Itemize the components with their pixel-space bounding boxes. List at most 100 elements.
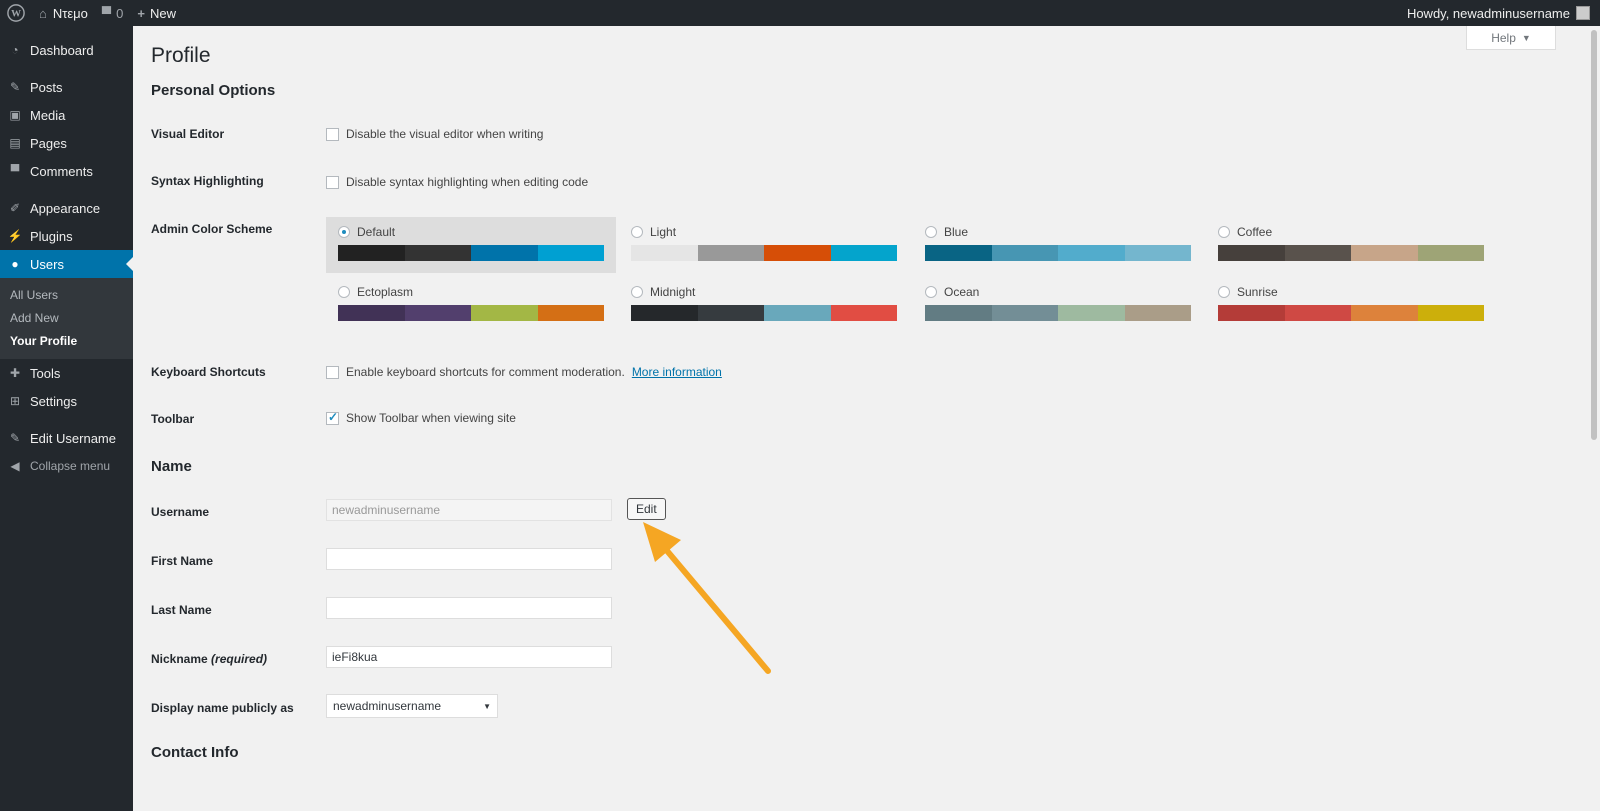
- sidebar-item-label: Users: [30, 256, 64, 272]
- site-name-link[interactable]: ⌂ Ντεμο: [32, 0, 95, 26]
- my-account-link[interactable]: Howdy, newadminusername: [1407, 6, 1600, 21]
- color-scheme-header: Ectoplasm: [338, 285, 604, 299]
- toolbar-checkbox[interactable]: [326, 410, 339, 425]
- name-heading: Name: [151, 458, 192, 475]
- home-icon: ⌂: [39, 5, 47, 21]
- username-field[interactable]: newadminusername: [326, 499, 612, 521]
- comments-link[interactable]: ▀ 0: [95, 0, 130, 26]
- color-scheme-radio[interactable]: [1218, 226, 1230, 238]
- color-scheme-swatches: [1218, 245, 1484, 261]
- syntax-highlighting-checkbox[interactable]: [326, 175, 339, 189]
- color-scheme-name: Ocean: [944, 285, 980, 299]
- sidebar-item-pages[interactable]: ▤ Pages: [0, 129, 133, 157]
- sidebar-item-appearance[interactable]: ✐ Appearance: [0, 194, 133, 222]
- color-scheme-name: Light: [650, 225, 677, 239]
- color-swatch: [1124, 245, 1191, 261]
- sidebar-item-label: Appearance: [30, 200, 101, 216]
- color-scheme-header: Coffee: [1218, 225, 1484, 239]
- display-name-select[interactable]: newadminusername ▼: [326, 694, 498, 718]
- color-scheme-radio[interactable]: [631, 286, 643, 298]
- sidebar-item-plugins[interactable]: ⚡ Plugins: [0, 222, 133, 250]
- sidebar-item-label: Pages: [30, 135, 67, 151]
- color-scheme-midnight[interactable]: Midnight: [619, 277, 909, 333]
- svg-text:W: W: [11, 9, 21, 20]
- color-scheme-ectoplasm[interactable]: Ectoplasm: [326, 277, 616, 333]
- color-swatch: [1351, 245, 1418, 261]
- nickname-label-text: Nickname: [151, 652, 208, 666]
- contact-info-heading: Contact Info: [151, 744, 239, 761]
- keyboard-shortcuts-checkbox[interactable]: [326, 365, 339, 379]
- color-scheme-default[interactable]: Default: [326, 217, 616, 273]
- color-scheme-radio[interactable]: [338, 226, 350, 238]
- scrollbar-thumb[interactable]: [1591, 30, 1597, 440]
- more-information-link[interactable]: More information: [632, 365, 722, 379]
- sidebar-item-comments[interactable]: ▀ Comments: [0, 157, 133, 185]
- color-scheme-name: Blue: [944, 225, 969, 239]
- color-swatch: [404, 245, 471, 261]
- color-scheme-coffee[interactable]: Coffee: [1206, 217, 1496, 273]
- visual-editor-label: Visual Editor: [151, 127, 225, 141]
- color-scheme-name: Sunrise: [1237, 285, 1278, 299]
- color-scheme-header: Light: [631, 225, 897, 239]
- color-scheme-header: Midnight: [631, 285, 897, 299]
- sidebar-item-dashboard[interactable]: ◔ Dashboard: [0, 36, 133, 64]
- visual-editor-option-text: Disable the visual editor when writing: [346, 127, 544, 141]
- sidebar-item-label: Edit Username: [30, 430, 116, 446]
- color-scheme-light[interactable]: Light: [619, 217, 909, 273]
- sidebar-item-label: Comments: [30, 163, 93, 179]
- submenu-add-new[interactable]: Add New: [0, 307, 133, 330]
- dashboard-icon: ◔: [11, 43, 19, 57]
- sidebar-item-label: Media: [30, 107, 66, 123]
- color-scheme-radio[interactable]: [925, 286, 937, 298]
- color-scheme-name: Coffee: [1237, 225, 1273, 239]
- sidebar-item-edit-username[interactable]: ✎ Edit Username: [0, 424, 133, 452]
- color-scheme-radio[interactable]: [925, 226, 937, 238]
- toolbar-option-text: Show Toolbar when viewing site: [346, 411, 516, 425]
- color-swatch: [631, 305, 698, 321]
- personal-options-heading: Personal Options: [151, 82, 276, 99]
- sidebar-item-posts[interactable]: ✎ Posts: [0, 73, 133, 101]
- submenu-all-users[interactable]: All Users: [0, 284, 133, 307]
- display-name-label: Display name publicly as: [151, 701, 294, 715]
- color-swatch: [471, 245, 538, 261]
- wordpress-logo-icon[interactable]: W: [0, 0, 32, 26]
- help-tab-button[interactable]: Help ▼: [1466, 26, 1556, 50]
- brush-icon: ✐: [9, 201, 21, 215]
- color-scheme-radio[interactable]: [631, 226, 643, 238]
- sidebar-item-settings[interactable]: ⊞ Settings: [0, 387, 133, 415]
- sidebar-item-media[interactable]: ▣ Media: [0, 101, 133, 129]
- new-content-link[interactable]: + New: [130, 0, 183, 26]
- keyboard-shortcuts-option-text: Enable keyboard shortcuts for comment mo…: [346, 365, 625, 379]
- annotation-arrow-icon: [643, 522, 771, 674]
- media-icon: ▣: [9, 108, 21, 122]
- color-scheme-sunrise[interactable]: Sunrise: [1206, 277, 1496, 333]
- color-scheme-blue[interactable]: Blue: [913, 217, 1203, 273]
- caret-down-icon: ▼: [483, 701, 491, 711]
- submenu-your-profile[interactable]: Your Profile: [0, 330, 133, 353]
- new-label: New: [149, 5, 176, 21]
- visual-editor-checkbox[interactable]: [326, 127, 339, 141]
- comments-count: 0: [116, 5, 124, 21]
- collapse-menu-button[interactable]: ◀ Collapse menu: [0, 452, 133, 480]
- nickname-field[interactable]: ieFi8kua: [326, 646, 612, 668]
- color-scheme-radio[interactable]: [338, 286, 350, 298]
- sidebar-item-users[interactable]: ● Users: [0, 250, 133, 278]
- page-scrollbar[interactable]: [1588, 26, 1600, 811]
- plug-icon: ⚡: [7, 229, 23, 243]
- help-label: Help: [1491, 30, 1516, 45]
- color-swatch: [1218, 305, 1285, 321]
- color-swatch: [1124, 305, 1191, 321]
- keyboard-shortcuts-row: Enable keyboard shortcuts for comment mo…: [326, 365, 722, 379]
- color-swatch: [1417, 305, 1484, 321]
- color-swatch: [697, 305, 764, 321]
- color-swatch: [991, 245, 1058, 261]
- color-scheme-ocean[interactable]: Ocean: [913, 277, 1203, 333]
- color-scheme-swatches: [925, 245, 1191, 261]
- first-name-field[interactable]: [326, 548, 612, 570]
- last-name-field[interactable]: [326, 597, 612, 619]
- sidebar-item-tools[interactable]: ✚ Tools: [0, 359, 133, 387]
- color-scheme-radio[interactable]: [1218, 286, 1230, 298]
- wrench-icon: ✚: [9, 366, 21, 380]
- color-swatch: [764, 305, 831, 321]
- syntax-highlighting-label: Syntax Highlighting: [151, 174, 264, 188]
